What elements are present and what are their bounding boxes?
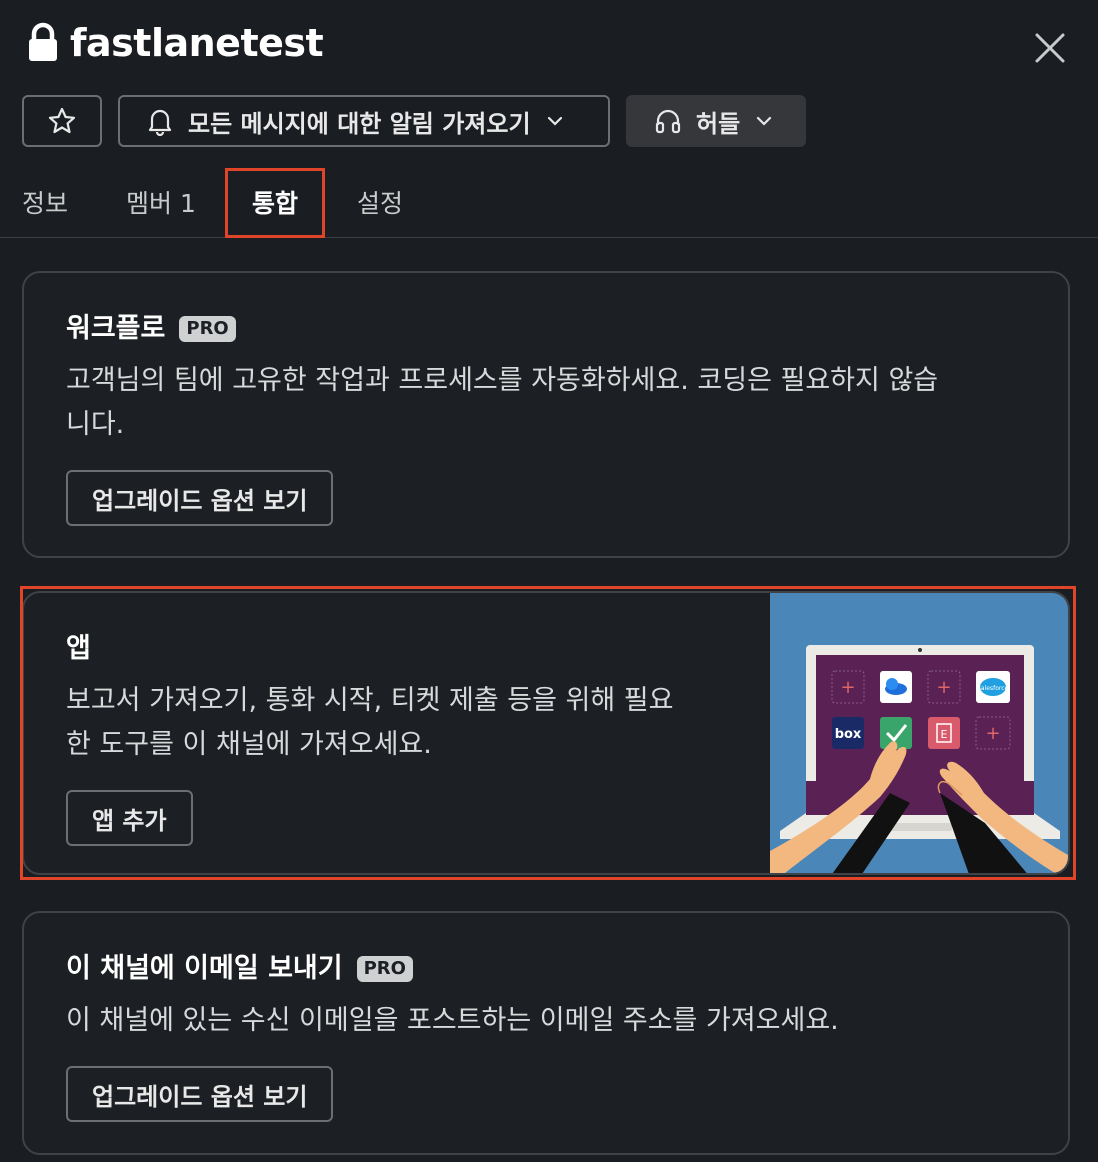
chevron-down-icon	[757, 116, 772, 126]
tab-label: 멤버	[126, 189, 173, 218]
lock-icon	[26, 22, 60, 64]
notification-settings-label: 모든 메시지에 대한 알림 가져오기	[188, 109, 531, 138]
member-count: 1	[179, 189, 196, 218]
notification-settings-button[interactable]: 모든 메시지에 대한 알림 가져오기	[118, 95, 610, 147]
apps-card-title: 앱	[66, 629, 91, 669]
view-upgrade-options-button[interactable]: 업그레이드 옵션 보기	[66, 1066, 334, 1122]
close-button[interactable]	[1030, 28, 1070, 68]
tab-about[interactable]: 정보	[22, 184, 68, 224]
huddle-label: 허들	[696, 109, 741, 138]
description-line: 한 도구를 이 채널에 가져오세요.	[66, 729, 432, 760]
apps-card: 앱 보고서 가져오기, 통화 시작, 티켓 제출 등을 위해 필요 한 도구를 …	[22, 591, 1070, 875]
bell-icon	[148, 109, 172, 136]
card-title-text: 이 채널에 이메일 보내기	[66, 953, 343, 984]
star-icon	[48, 107, 76, 134]
email-card: 이 채널에 이메일 보내기 PRO 이 채널에 있는 수신 이메일을 포스트하는…	[22, 911, 1070, 1155]
channel-title-row: fastlanetest	[26, 18, 324, 68]
email-card-description: 이 채널에 있는 수신 이메일을 포스트하는 이메일 주소를 가져오세요.	[66, 999, 839, 1043]
tab-label: 정보	[22, 189, 69, 218]
channel-header: fastlanetest 모든 메시지에 대한 알림 가져오기 허들 정보 멤버…	[0, 0, 1098, 238]
svg-text:E: E	[941, 728, 948, 741]
star-button[interactable]	[22, 95, 102, 147]
pro-badge: PRO	[179, 316, 236, 342]
tab-label: 설정	[357, 189, 404, 218]
svg-text:+: +	[985, 723, 1000, 744]
view-upgrade-options-button[interactable]: 업그레이드 옵션 보기	[66, 470, 334, 526]
workflow-card-description: 고객님의 팀에 고유한 작업과 프로세스를 자동화하세요. 코딩은 필요하지 않…	[66, 359, 938, 447]
salesforce-logo-text: salesforce	[978, 685, 1009, 692]
card-title-text: 워크플로	[66, 313, 166, 344]
integrations-tab-highlight	[225, 168, 325, 238]
description-line: 보고서 가져오기, 통화 시작, 티켓 제출 등을 위해 필요	[66, 685, 674, 716]
card-title-text: 앱	[66, 633, 91, 664]
channel-name: fastlanetest	[70, 21, 324, 65]
add-apps-button[interactable]: 앱 추가	[66, 790, 193, 846]
svg-text:+: +	[840, 677, 855, 698]
close-icon	[1035, 33, 1065, 63]
headphones-icon	[655, 109, 681, 134]
pro-badge: PRO	[356, 956, 413, 982]
description-line: 고객님의 팀에 고유한 작업과 프로세스를 자동화하세요. 코딩은 필요하지 않…	[66, 365, 939, 396]
chevron-down-icon	[547, 116, 562, 126]
svg-text:+: +	[936, 677, 951, 698]
tab-members[interactable]: 멤버 1	[126, 184, 196, 224]
description-line: 니다.	[66, 409, 125, 440]
apps-illustration: + + salesforce box E +	[770, 593, 1068, 873]
description-line: 이 채널에 있는 수신 이메일을 포스트하는 이메일 주소를 가져오세요.	[66, 1005, 839, 1036]
email-card-title: 이 채널에 이메일 보내기 PRO	[66, 949, 413, 989]
apps-card-description: 보고서 가져오기, 통화 시작, 티켓 제출 등을 위해 필요 한 도구를 이 …	[66, 679, 673, 767]
channel-tabs: 정보 멤버 1 통합 설정	[0, 170, 1098, 238]
tab-settings[interactable]: 설정	[357, 184, 403, 224]
huddle-button[interactable]: 허들	[626, 95, 806, 147]
workflow-card-title: 워크플로 PRO	[66, 309, 236, 349]
box-logo-text: box	[835, 727, 862, 742]
workflow-card: 워크플로 PRO 고객님의 팀에 고유한 작업과 프로세스를 자동화하세요. 코…	[22, 271, 1070, 558]
